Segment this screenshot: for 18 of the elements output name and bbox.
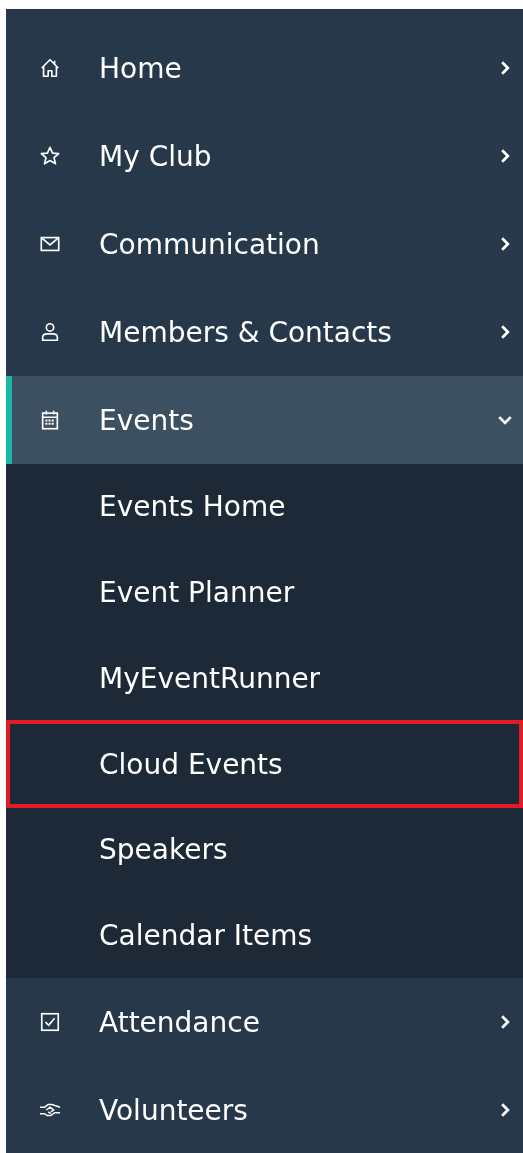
menu-item[interactable]: Attendance: [6, 978, 523, 1067]
menu-item[interactable]: Home: [6, 24, 523, 112]
menu-item[interactable]: Events: [6, 376, 523, 464]
menu-item[interactable]: Communication: [6, 200, 523, 288]
submenu-item[interactable]: Calendar Items: [6, 892, 523, 979]
submenu-item[interactable]: MyEventRunner: [6, 635, 523, 722]
submenu-item[interactable]: Speakers: [6, 807, 523, 893]
menu-item[interactable]: Members & Contacts: [6, 288, 523, 376]
checkbox-icon: [39, 1011, 61, 1034]
star-icon: [39, 145, 61, 167]
submenu-item[interactable]: Event Planner: [6, 549, 523, 636]
home-icon: [39, 57, 61, 79]
person-icon: [39, 321, 61, 343]
menu-item[interactable]: Volunteers: [6, 1066, 523, 1153]
submenu-item[interactable]: Events Home: [6, 464, 523, 550]
menu-item[interactable]: My Club: [6, 112, 523, 200]
submenu-item[interactable]: Cloud Events: [6, 720, 523, 809]
calendar-icon: [39, 409, 61, 431]
